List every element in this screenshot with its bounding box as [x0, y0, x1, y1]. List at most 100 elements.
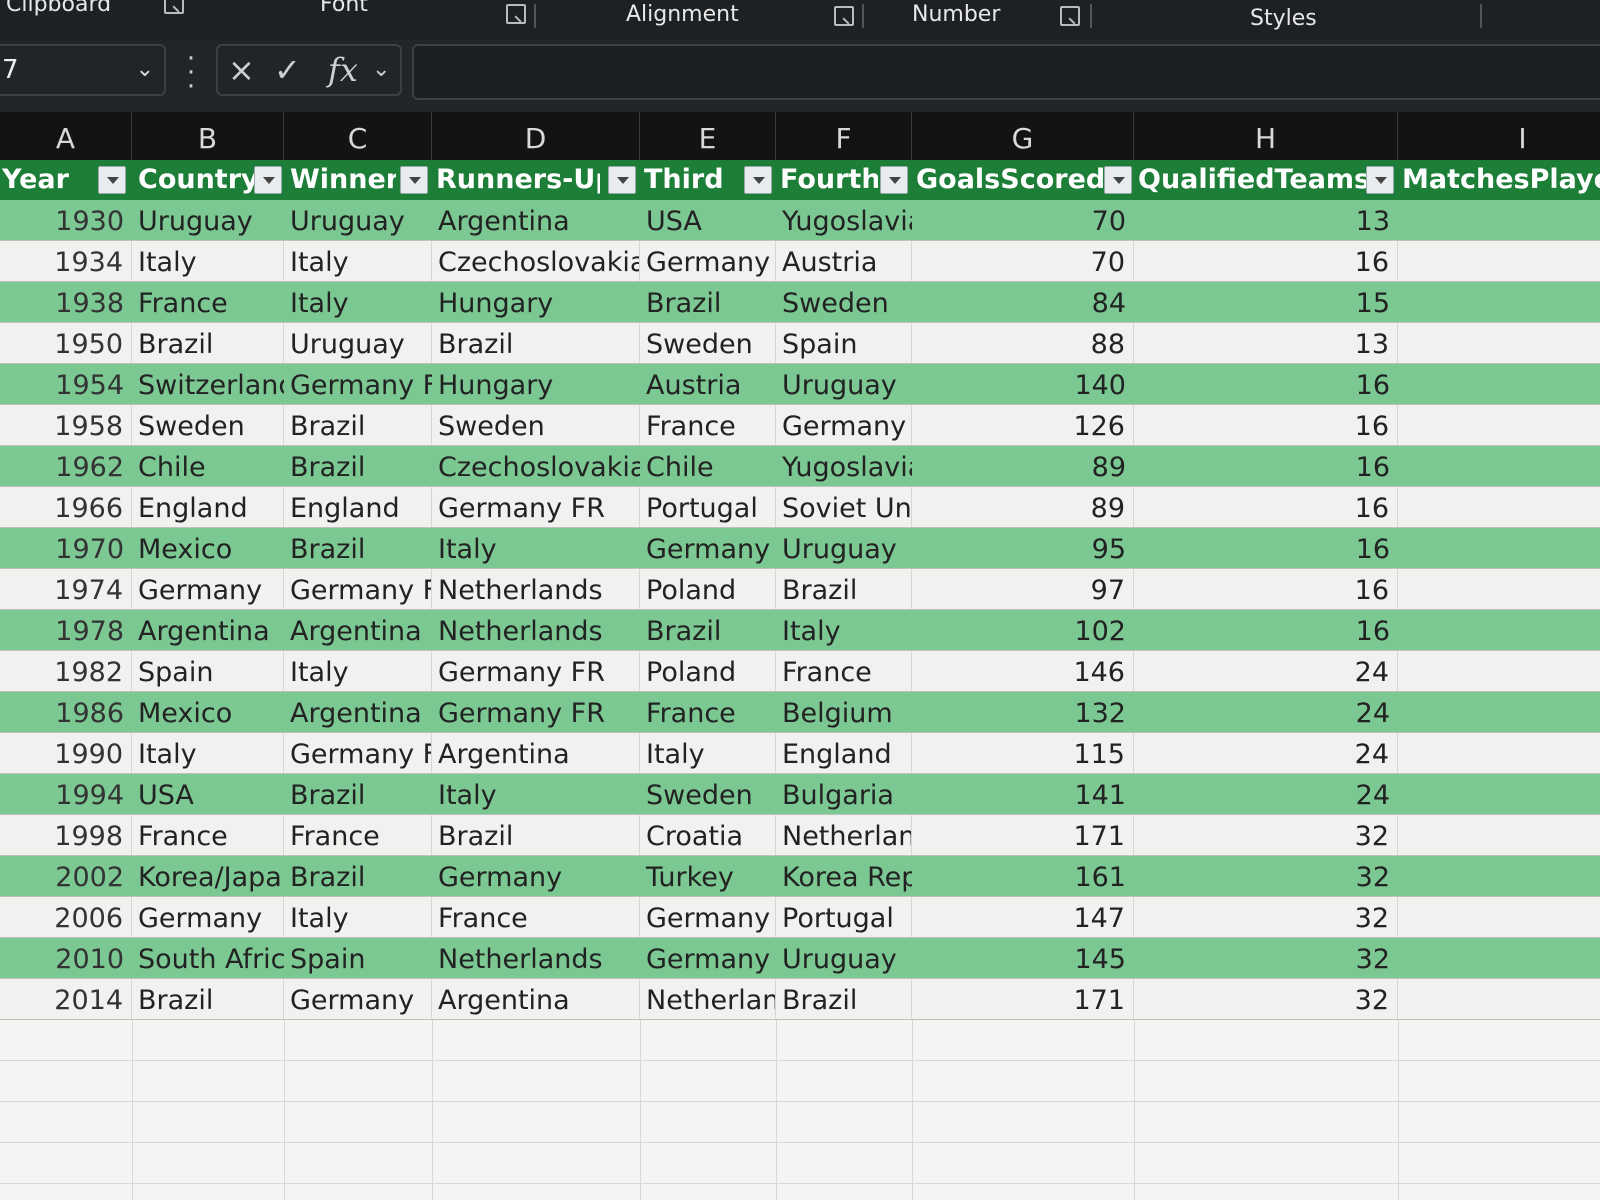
insert-function-button[interactable]: fx — [328, 52, 358, 88]
cell-fourth[interactable]: Bulgaria — [776, 774, 912, 814]
formula-input[interactable] — [412, 44, 1600, 100]
cell-runners-up[interactable]: Hungary — [432, 282, 640, 322]
cell-third[interactable]: Sweden — [640, 323, 776, 363]
cell-country[interactable]: Italy — [132, 733, 284, 773]
cell-country[interactable]: Uruguay — [132, 200, 284, 240]
cell-qualified-teams[interactable]: 24 — [1134, 774, 1398, 814]
cell-winner[interactable]: Uruguay — [284, 323, 432, 363]
cell-fourth[interactable]: Brazil — [776, 569, 912, 609]
cell-year[interactable]: 2006 — [0, 897, 132, 937]
cell-third[interactable]: Brazil — [640, 282, 776, 322]
chevron-down-icon[interactable]: ⌄ — [372, 52, 390, 88]
clipboard-dialog-launcher-icon[interactable] — [164, 0, 184, 14]
cell-matches-played[interactable] — [1398, 282, 1600, 322]
cell-country[interactable]: Mexico — [132, 692, 284, 732]
cell-runners-up[interactable]: Argentina — [432, 979, 640, 1019]
cell-matches-played[interactable] — [1398, 733, 1600, 773]
cell-country[interactable]: Mexico — [132, 528, 284, 568]
cell-year[interactable]: 1930 — [0, 200, 132, 240]
cell-third[interactable]: Brazil — [640, 610, 776, 650]
cell-winner[interactable]: Brazil — [284, 528, 432, 568]
cell-winner[interactable]: Italy — [284, 651, 432, 691]
cell-country[interactable]: France — [132, 815, 284, 855]
filter-dropdown-icon[interactable] — [880, 166, 908, 194]
cell-year[interactable]: 1958 — [0, 405, 132, 445]
cell-goals-scored[interactable]: 171 — [912, 815, 1134, 855]
cell-year[interactable]: 1998 — [0, 815, 132, 855]
cell-runners-up[interactable]: Netherlands — [432, 938, 640, 978]
cell-third[interactable]: Germany F — [640, 528, 776, 568]
cell-fourth[interactable]: Yugoslavia — [776, 200, 912, 240]
column-header-a[interactable]: A — [0, 112, 132, 162]
cell-year[interactable]: 1962 — [0, 446, 132, 486]
cell-matches-played[interactable] — [1398, 897, 1600, 937]
cell-third[interactable]: Italy — [640, 733, 776, 773]
cell-runners-up[interactable]: Czechoslovakia — [432, 241, 640, 281]
filter-dropdown-icon[interactable] — [400, 166, 428, 194]
cell-year[interactable]: 2002 — [0, 856, 132, 896]
cell-winner[interactable]: Uruguay — [284, 200, 432, 240]
cancel-icon[interactable]: × — [228, 52, 255, 88]
cell-goals-scored[interactable]: 95 — [912, 528, 1134, 568]
cell-fourth[interactable]: Spain — [776, 323, 912, 363]
cell-fourth[interactable]: Soviet Unic — [776, 487, 912, 527]
cell-country[interactable]: Chile — [132, 446, 284, 486]
cell-third[interactable]: Poland — [640, 651, 776, 691]
cell-year[interactable]: 1954 — [0, 364, 132, 404]
cell-qualified-teams[interactable]: 32 — [1134, 938, 1398, 978]
filter-dropdown-icon[interactable] — [254, 166, 282, 194]
cell-year[interactable]: 1938 — [0, 282, 132, 322]
cell-matches-played[interactable] — [1398, 446, 1600, 486]
column-header-f[interactable]: F — [776, 112, 912, 162]
cell-qualified-teams[interactable]: 16 — [1134, 405, 1398, 445]
filter-dropdown-icon[interactable] — [1366, 166, 1394, 194]
cell-matches-played[interactable] — [1398, 815, 1600, 855]
cell-matches-played[interactable] — [1398, 364, 1600, 404]
cell-runners-up[interactable]: Germany — [432, 856, 640, 896]
cell-qualified-teams[interactable]: 16 — [1134, 446, 1398, 486]
cell-winner[interactable]: Germany FI — [284, 364, 432, 404]
column-header-c[interactable]: C — [284, 112, 432, 162]
column-header-b[interactable]: B — [132, 112, 284, 162]
cell-goals-scored[interactable]: 171 — [912, 979, 1134, 1019]
cell-fourth[interactable]: Brazil — [776, 979, 912, 1019]
cell-goals-scored[interactable]: 88 — [912, 323, 1134, 363]
cell-fourth[interactable]: Uruguay — [776, 938, 912, 978]
cell-runners-up[interactable]: Argentina — [432, 733, 640, 773]
name-box[interactable]: 7 ⌄ — [0, 44, 166, 96]
cell-country[interactable]: Korea/Japar — [132, 856, 284, 896]
cell-fourth[interactable]: Uruguay — [776, 528, 912, 568]
cell-qualified-teams[interactable]: 16 — [1134, 610, 1398, 650]
column-header-i[interactable]: I — [1398, 112, 1600, 162]
cell-goals-scored[interactable]: 145 — [912, 938, 1134, 978]
cell-winner[interactable]: Brazil — [284, 405, 432, 445]
cell-third[interactable]: Sweden — [640, 774, 776, 814]
column-header-g[interactable]: G — [912, 112, 1134, 162]
cell-country[interactable]: Switzerland — [132, 364, 284, 404]
font-dialog-launcher-icon[interactable] — [506, 4, 526, 24]
cell-goals-scored[interactable]: 115 — [912, 733, 1134, 773]
cell-year[interactable]: 1982 — [0, 651, 132, 691]
cell-country[interactable]: USA — [132, 774, 284, 814]
number-dialog-launcher-icon[interactable] — [1060, 6, 1080, 26]
cell-third[interactable]: France — [640, 405, 776, 445]
cell-matches-played[interactable] — [1398, 487, 1600, 527]
cell-goals-scored[interactable]: 140 — [912, 364, 1134, 404]
filter-dropdown-icon[interactable] — [98, 166, 126, 194]
cell-third[interactable]: Portugal — [640, 487, 776, 527]
cell-winner[interactable]: Brazil — [284, 774, 432, 814]
cell-runners-up[interactable]: Germany FR — [432, 487, 640, 527]
cell-country[interactable]: Italy — [132, 241, 284, 281]
cell-qualified-teams[interactable]: 32 — [1134, 979, 1398, 1019]
cell-goals-scored[interactable]: 146 — [912, 651, 1134, 691]
cell-goals-scored[interactable]: 97 — [912, 569, 1134, 609]
cell-goals-scored[interactable]: 89 — [912, 446, 1134, 486]
cell-third[interactable]: Turkey — [640, 856, 776, 896]
cell-runners-up[interactable]: Brazil — [432, 323, 640, 363]
cell-year[interactable]: 1970 — [0, 528, 132, 568]
cell-matches-played[interactable] — [1398, 938, 1600, 978]
cell-third[interactable]: Germany — [640, 241, 776, 281]
cell-year[interactable]: 1990 — [0, 733, 132, 773]
cell-matches-played[interactable] — [1398, 528, 1600, 568]
cell-matches-played[interactable] — [1398, 610, 1600, 650]
